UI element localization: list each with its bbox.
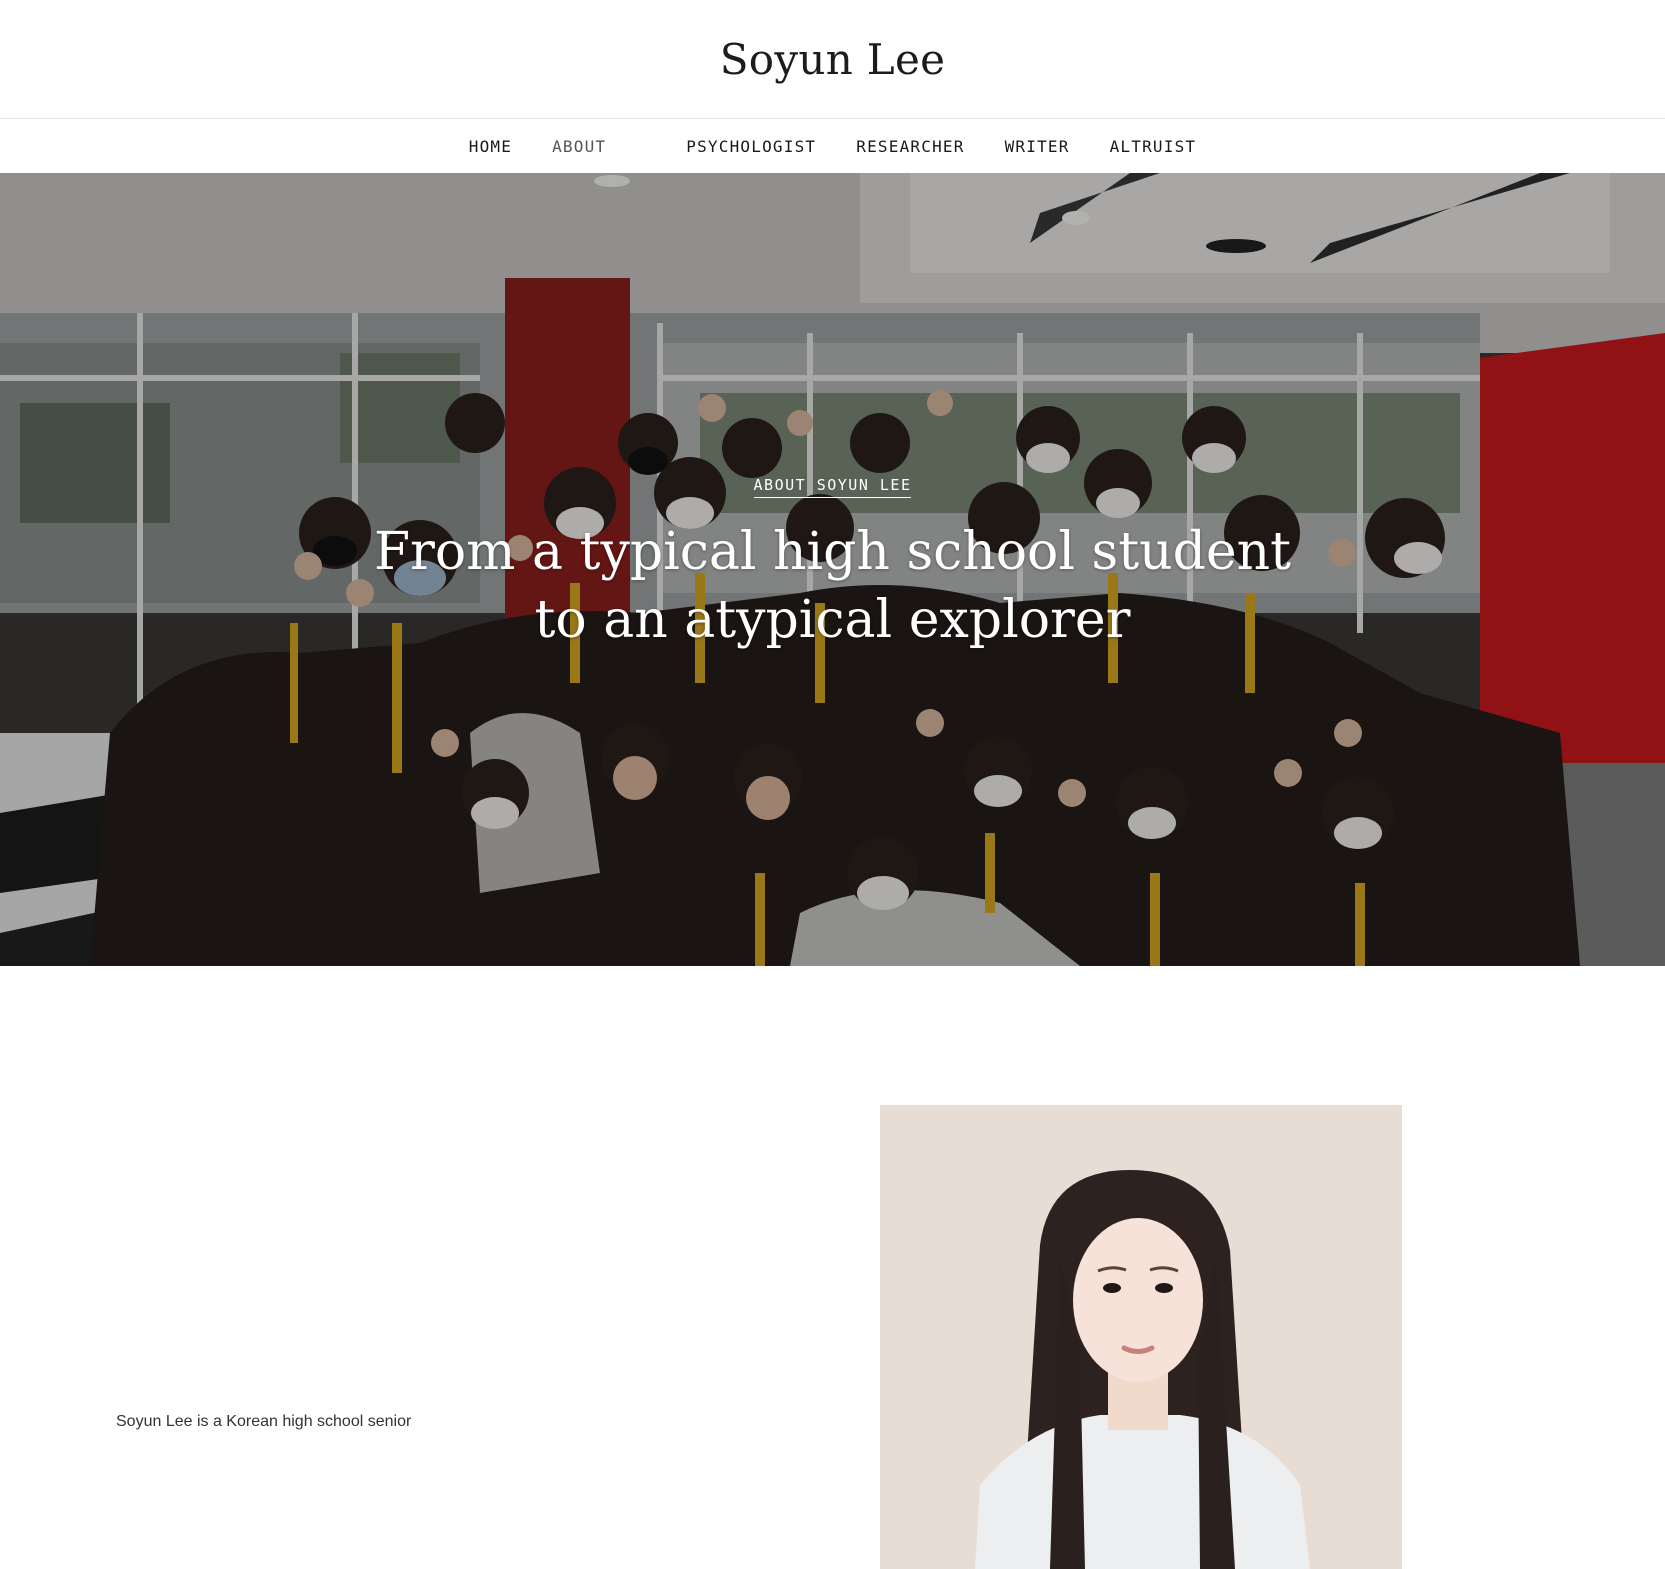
nav-writer[interactable]: WRITER (1005, 137, 1070, 156)
nav-home[interactable]: HOME (469, 137, 512, 156)
site-header: Soyun Lee (0, 0, 1665, 119)
hero-eyebrow-link[interactable]: ABOUT SOYUN LEE (753, 476, 912, 498)
hero-banner: ABOUT SOYUN LEE From a typical high scho… (0, 173, 1665, 966)
portrait-illustration (880, 1105, 1402, 1569)
hero-headline-line-2: to an atypical explorer (534, 590, 1131, 650)
hero-headline-line-1: From a typical high school student (373, 522, 1292, 582)
nav-researcher[interactable]: RESEARCHER (856, 137, 964, 156)
main-nav: HOME ABOUT PSYCHOLOGIST RESEARCHER WRITE… (0, 119, 1665, 173)
nav-psychologist[interactable]: PSYCHOLOGIST (686, 137, 816, 156)
nav-about[interactable]: ABOUT (552, 137, 606, 156)
portrait-image (880, 1105, 1402, 1569)
intro-text: Soyun Lee is a Korean high school senior (116, 1413, 412, 1430)
hero-headline: From a typical high school student to an… (0, 518, 1665, 654)
site-title[interactable]: Soyun Lee (720, 35, 946, 84)
nav-altruist[interactable]: ALTRUIST (1110, 137, 1197, 156)
hero-eyebrow: ABOUT SOYUN LEE (0, 476, 1665, 498)
